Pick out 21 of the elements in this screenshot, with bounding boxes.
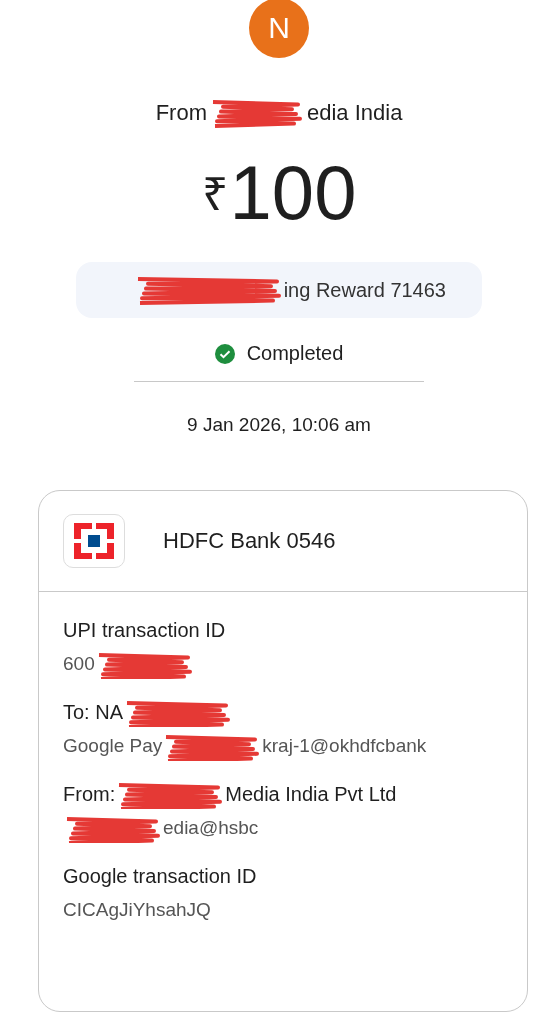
- detail-value: CICAgJiYhsahJQ: [63, 899, 211, 921]
- sender-name: From: [155, 100, 207, 126]
- detail-value: 600: [63, 653, 95, 675]
- detail-label: Google transaction ID: [63, 864, 257, 888]
- note-text: ing Reward 71463: [283, 278, 446, 302]
- amount: 100: [229, 148, 357, 236]
- detail-label: From:: [63, 782, 116, 806]
- detail-value: kraj-1@okhdfcbank: [262, 735, 427, 757]
- avatar: N: [249, 0, 309, 58]
- status-label: Completed: [246, 342, 344, 365]
- date-time: 9 Jan 2026, 10:06 am: [187, 414, 371, 436]
- detail-label: To: NA: [63, 700, 124, 724]
- detail-label: Media India Pvt Ltd: [225, 782, 397, 806]
- sender-name: edia India: [306, 100, 403, 126]
- detail-value: edia@hsbc: [163, 817, 259, 839]
- check-circle-icon: [214, 343, 235, 364]
- bank-account: HDFC Bank 0546: [163, 528, 336, 554]
- detail-value: Google Pay: [63, 735, 163, 757]
- detail-label: UPI transaction ID: [63, 618, 226, 642]
- currency-symbol: ₹: [201, 167, 228, 222]
- bank-logo-icon: [63, 514, 125, 568]
